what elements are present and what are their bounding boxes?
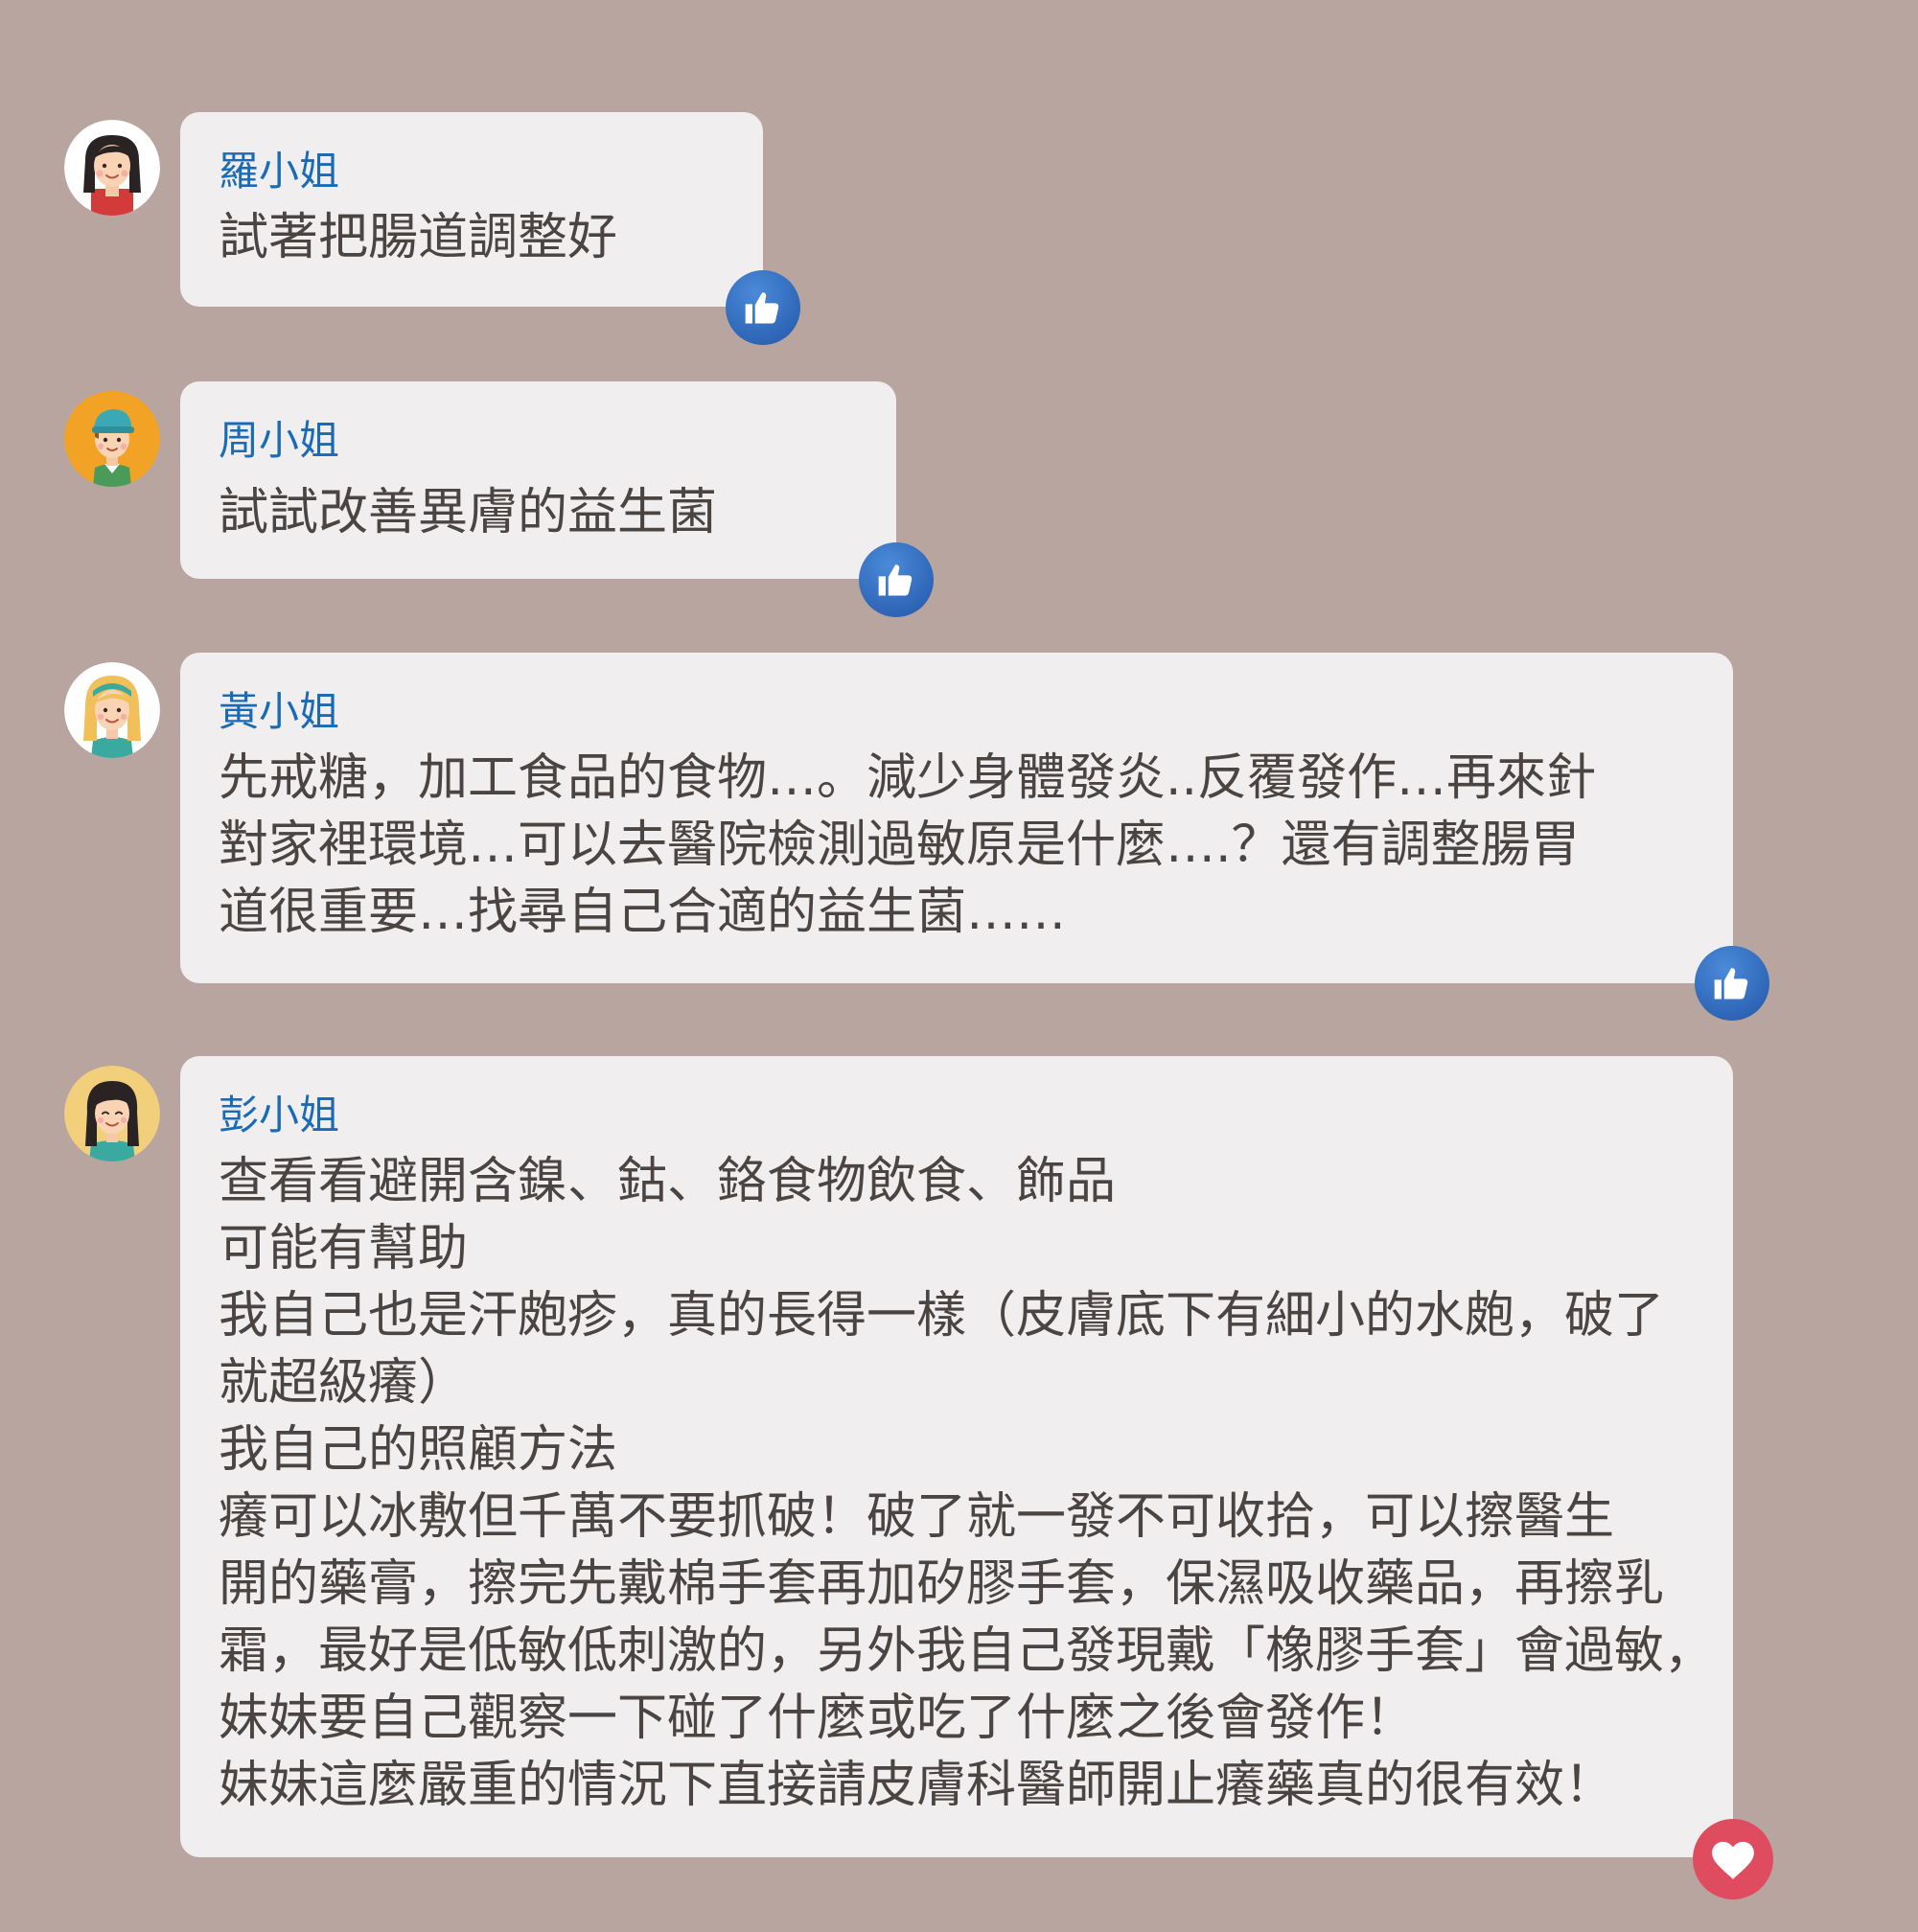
woman-teal-shirt-avatar-icon [64,1066,160,1162]
woman-red-shirt-avatar-icon [64,120,160,216]
love-reaction[interactable] [1693,1819,1773,1899]
comment-text: 查看看避開含鎳、鈷、鉻食物飲食、飾品 可能有幫助 我自己也是汗皰疹，真的長得一樣… [219,1148,1715,1819]
blonde-woman-avatar-icon [64,662,160,758]
comment-line: 對家裡環境…可以去醫院檢測過敏原是什麼….？還有調整腸胃 [219,816,1581,874]
comment-line: 道很重要…找尋自己合適的益生菌…… [219,884,1067,941]
comment-line: 可能有幫助 [219,1220,469,1277]
comment-bubble: 羅小姐 試著把腸道調整好 [180,112,763,307]
comment-text: 先戒糖，加工食品的食物…。減少身體發炎..反覆發作…再來針 對家裡環境…可以去醫… [219,745,1695,946]
comment-line: 我自己的照顧方法 [219,1421,618,1479]
like-icon [878,564,913,596]
comment-line: 試著把腸道調整好 [219,209,618,266]
like-reaction[interactable] [859,542,934,617]
comment-line: 霜，最好是低敏低刺激的，另外我自己發現戴「橡膠手套」會過敏， [219,1622,1715,1680]
comment-line: 癢可以冰敷但千萬不要抓破！破了就一發不可收拾，可以擦醫生 [219,1488,1615,1546]
comment-text: 試著把腸道調整好 [219,204,725,271]
like-reaction[interactable] [726,270,800,345]
comment-bubble: 彭小姐 查看看避開含鎳、鈷、鉻食物飲食、飾品 可能有幫助 我自己也是汗皰疹，真的… [180,1056,1733,1857]
commenter-name[interactable]: 周小姐 [219,416,858,466]
like-icon [745,292,779,324]
comment-bubble: 黃小姐 先戒糖，加工食品的食物…。減少身體發炎..反覆發作…再來針 對家裡環境…… [180,653,1733,983]
avatar[interactable] [64,662,160,758]
comment-bubble: 周小姐 試試改善異膚的益生菌 [180,381,896,579]
comment-line: 先戒糖，加工食品的食物…。減少身體發炎..反覆發作…再來針 [219,749,1597,807]
avatar[interactable] [64,391,160,487]
avatar[interactable] [64,120,160,216]
commenter-name[interactable]: 羅小姐 [219,147,725,196]
comment-line: 開的藥膏，擦完先戴棉手套再加矽膠手套，保濕吸收藥品，再擦乳 [219,1555,1665,1613]
like-reaction[interactable] [1695,946,1769,1021]
comment-line: 查看看避開含鎳、鈷、鉻食物飲食、飾品 [219,1153,1117,1210]
comment-line: 妹妹這麼嚴重的情況下直接請皮膚科醫師開止癢藥真的很有效！ [219,1757,1615,1814]
boy-cap-avatar-icon [64,391,160,487]
comment-text: 試試改善異膚的益生菌 [219,479,858,546]
comment-line: 我自己也是汗皰疹，真的長得一樣（皮膚底下有細小的水皰，破了 [219,1287,1665,1345]
heart-icon [1712,1841,1754,1879]
commenter-name[interactable]: 黃小姐 [219,687,1695,737]
like-icon [1714,968,1748,1000]
comment-line: 妹妹要自己觀察一下碰了什麼或吃了什麼之後會發作！ [219,1690,1416,1747]
comment-line: 試試改善異膚的益生菌 [219,484,718,541]
avatar[interactable] [64,1066,160,1162]
commenter-name[interactable]: 彭小姐 [219,1091,1695,1140]
comment-line: 就超級癢） [219,1354,469,1412]
